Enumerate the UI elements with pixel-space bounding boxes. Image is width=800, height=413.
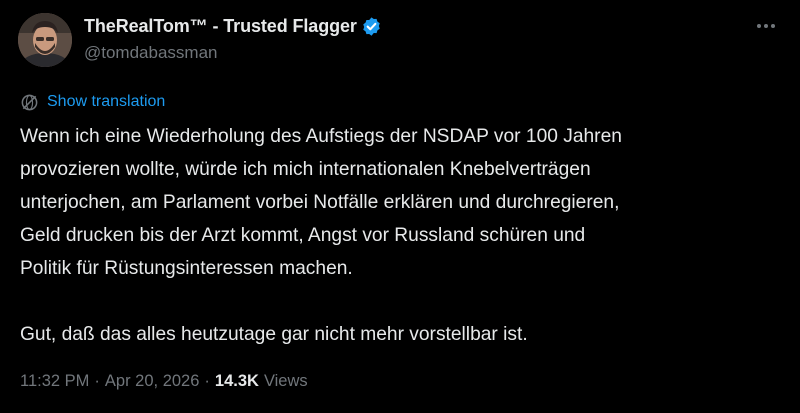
verified-badge-icon [361,16,382,37]
tweet-meta: 11:32 PM · Apr 20, 2026 · 14.3K Views [20,370,308,392]
author-name-row[interactable]: TheRealTom™ - Trusted Flagger [84,15,382,37]
tweet: TheRealTom™ - Trusted Flagger @tomdabass… [0,0,800,413]
author-display-name[interactable]: TheRealTom™ - Trusted Flagger [84,16,357,37]
more-horizontal-icon [757,24,775,28]
globe-icon [20,93,39,112]
tweet-date[interactable]: Apr 20, 2026 [105,372,200,391]
tweet-time[interactable]: 11:32 PM [20,372,89,391]
tweet-text-line: unterjochen, am Parlament vorbei Notfäll… [20,192,620,213]
tweet-text-line: Geld drucken bis der Arzt kommt, Angst v… [20,225,586,246]
avatar-image [18,13,72,67]
tweet-text: Wenn ich eine Wiederholung des Aufstiegs… [20,120,780,351]
tweet-text-line: Politik für Rüstungsinteressen machen. [20,258,353,279]
tweet-text-paragraph-2: Gut, daß das alles heutzutage gar nicht … [20,324,528,345]
meta-separator: · [204,371,210,390]
views-count[interactable]: 14.3K [215,372,259,391]
meta-separator: · [94,371,100,390]
views-label: Views [263,371,308,390]
show-translation-button[interactable]: Show translation [20,92,165,112]
author-handle[interactable]: @tomdabassman [84,43,218,63]
tweet-text-line: Wenn ich eine Wiederholung des Aufstiegs… [20,126,622,147]
more-button[interactable] [752,12,780,40]
show-translation-label[interactable]: Show translation [47,93,165,111]
avatar[interactable] [18,13,72,67]
tweet-text-line: provozieren wollte, würde ich mich inter… [20,159,591,180]
